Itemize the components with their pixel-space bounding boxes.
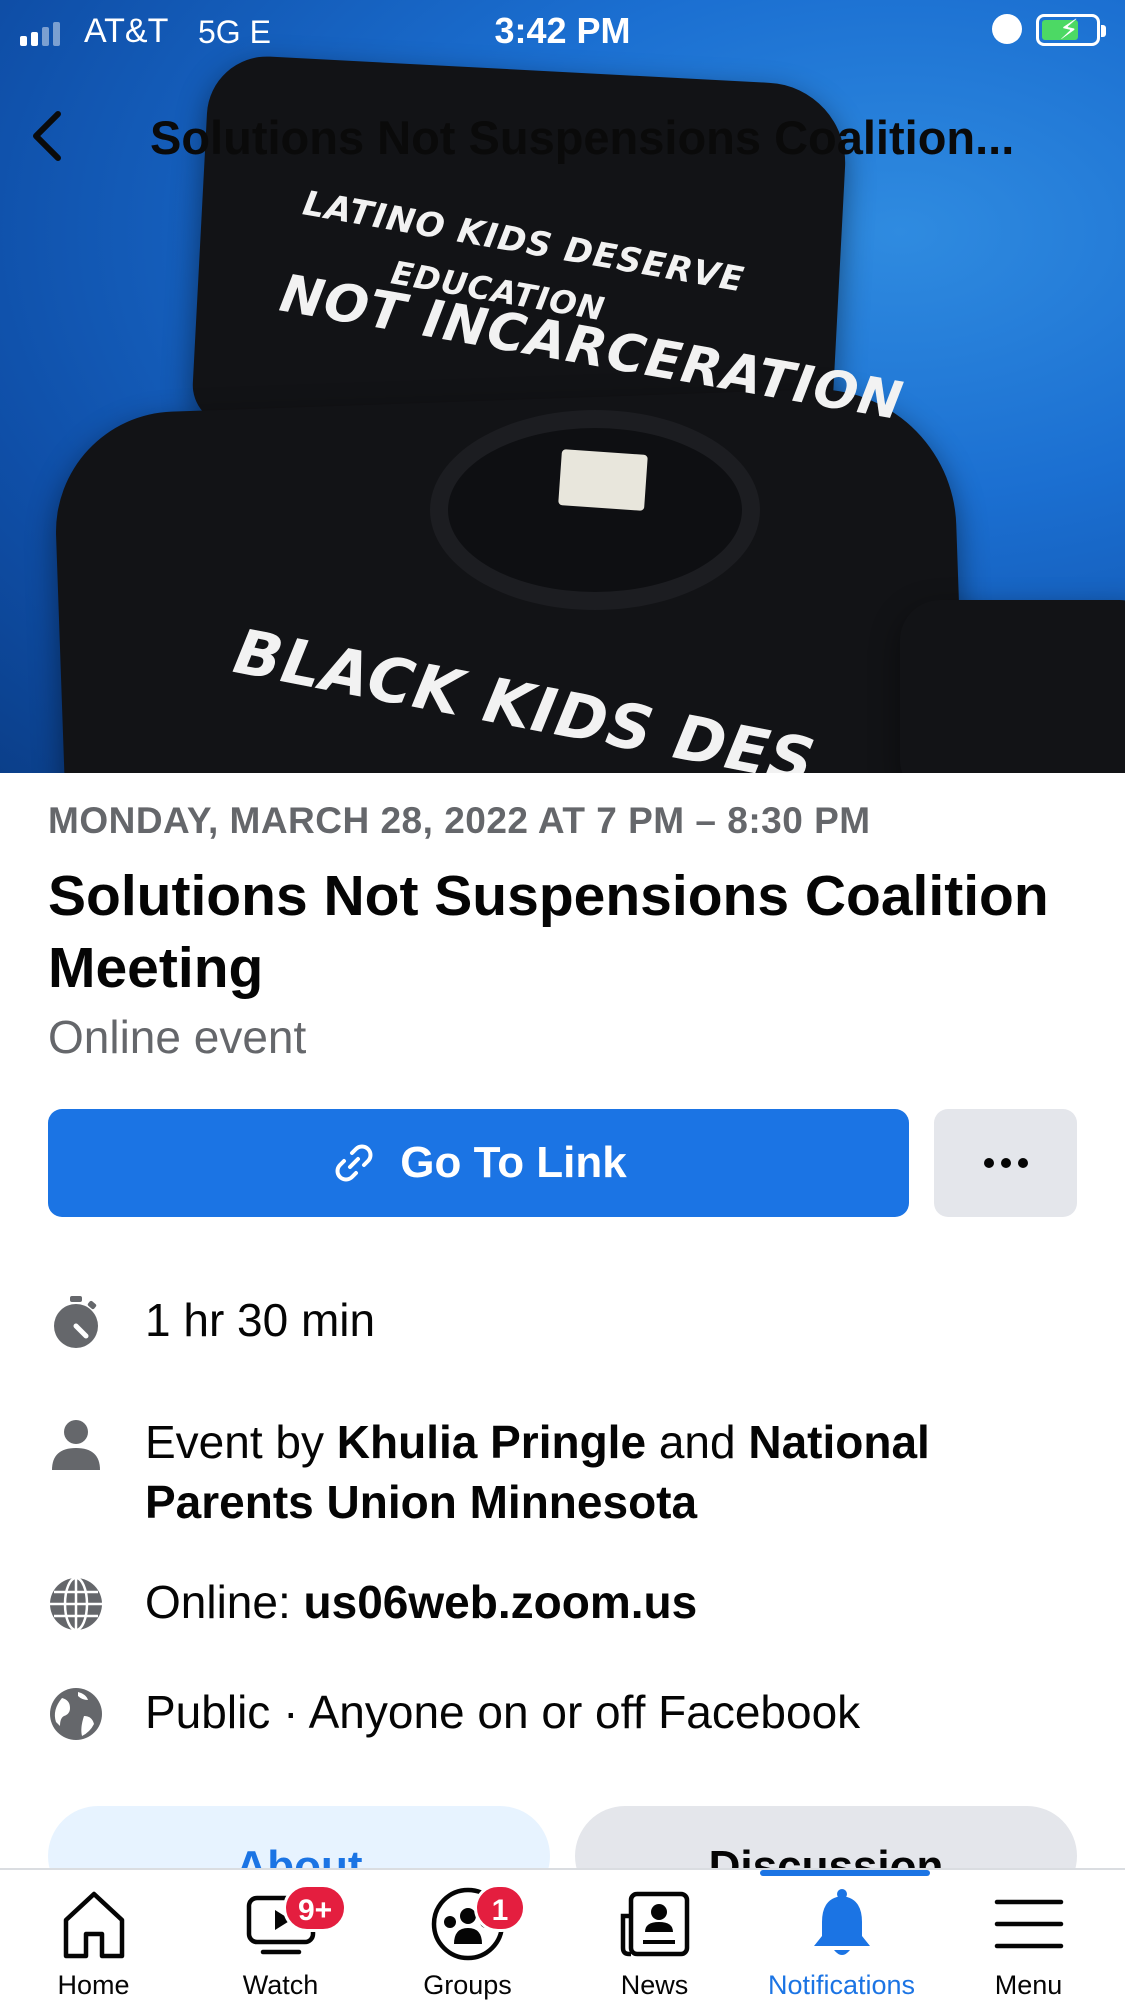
news-icon [620,1891,689,1957]
menu-icon [994,1899,1063,1949]
tab-home[interactable]: Home [0,1870,187,2001]
duration-row: 1 hr 30 min [48,1290,375,1350]
chevron-left-icon[interactable] [20,106,80,166]
tab-label: Menu [994,1970,1063,2000]
tab-menu[interactable]: Menu [935,1870,1122,2001]
globe-grid-icon [50,1576,102,1632]
privacy-text: Public · Anyone on or off Facebook [145,1686,861,1738]
page-title: Solutions Not Suspensions Coalition... [150,111,1015,164]
bottom-tab-bar: Home 9+ Watch 1 Groups News Notification… [0,1868,1125,2001]
tab-news[interactable]: News [561,1870,748,2001]
link-icon [335,1144,373,1182]
stopwatch-icon [54,1296,98,1348]
tab-label: Watch [242,1970,319,2000]
battery-icon: ⚡ [1036,14,1106,46]
status-time: 3:42 PM [494,10,631,51]
globe-icon [50,1688,102,1740]
notification-badge: 9+ [283,1884,348,1932]
tab-label: News [620,1970,689,2000]
privacy-row: Public · Anyone on or off Facebook [48,1682,860,1742]
event-header: MONDAY, MARCH 28, 2022 AT 7 PM – 8:30 PM… [48,800,1078,1064]
event-actions: Go To Link [48,1109,1077,1217]
tshirt-side [900,600,1125,773]
tab-groups[interactable]: 1 Groups [374,1870,561,2001]
online-row: Online: us06web.zoom.us [48,1572,697,1632]
host-prefix: Event by [145,1416,337,1468]
host-joiner: and [646,1416,749,1468]
host-row: Event by Khulia Pringle and National Par… [48,1412,1078,1532]
more-options-button[interactable] [934,1109,1077,1217]
tab-label: Home [57,1970,130,2000]
tab-notifications[interactable]: Notifications [748,1870,935,2001]
alarm-icon [992,14,1022,44]
event-title: Solutions Not Suspensions Coalition Meet… [48,864,1049,1000]
tab-label: Groups [423,1970,512,2000]
notification-badge: 1 [474,1884,526,1932]
event-date: MONDAY, MARCH 28, 2022 AT 7 PM – 8:30 PM [48,800,871,841]
bell-icon [813,1889,870,1955]
go-to-link-button[interactable]: Go To Link [48,1109,909,1217]
top-navigation: Solutions Not Suspensions Coalition... [0,96,1125,186]
host-link[interactable]: Khulia Pringle [337,1416,646,1468]
event-type: Online event [48,1011,307,1063]
person-icon [52,1420,100,1470]
tab-watch[interactable]: 9+ Watch [187,1870,374,2001]
tshirt-collar [430,410,760,610]
duration-text: 1 hr 30 min [145,1294,376,1346]
ellipsis-icon [983,1158,994,1168]
tab-label: Notifications [767,1970,916,2000]
status-bar: AT&T 5G E 3:42 PM ⚡ [0,0,1125,62]
online-link[interactable]: us06web.zoom.us [304,1576,698,1628]
online-prefix: Online: [145,1576,304,1628]
home-icon [63,1891,124,1959]
go-to-link-label: Go To Link [400,1138,627,1187]
tshirt-tag [558,449,648,511]
